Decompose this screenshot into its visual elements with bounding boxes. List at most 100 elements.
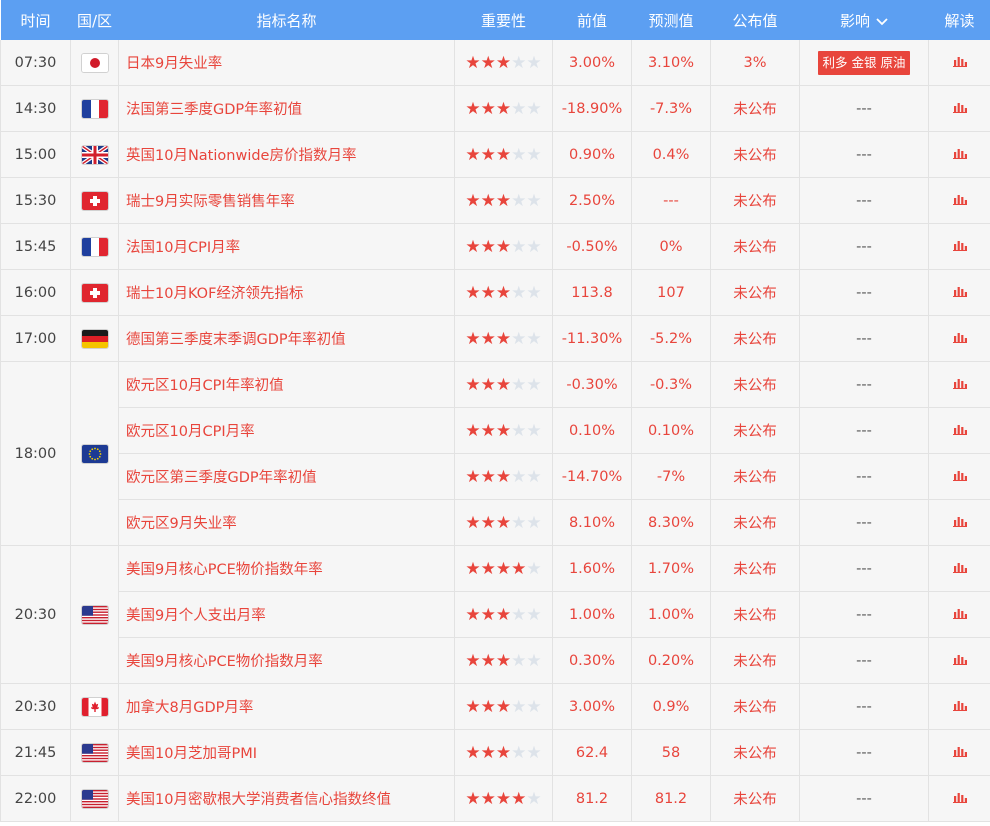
previous-value: -0.50% xyxy=(552,223,632,270)
impact-value: --- xyxy=(856,790,872,807)
indicator-name-link[interactable]: 欧元区第三季度GDP年率初值 xyxy=(118,453,455,500)
country-cell xyxy=(70,315,119,362)
analysis-cell[interactable] xyxy=(928,223,990,270)
indicator-name-link[interactable]: 欧元区10月CPI年率初值 xyxy=(118,361,455,408)
country-cell xyxy=(70,729,119,776)
country-cell xyxy=(70,545,119,684)
indicator-name-link[interactable]: 欧元区10月CPI月率 xyxy=(118,407,455,454)
bar-chart-icon[interactable] xyxy=(952,239,967,255)
bar-chart-icon[interactable] xyxy=(952,791,967,807)
bar-chart-icon[interactable] xyxy=(952,653,967,669)
bar-chart-icon[interactable] xyxy=(952,147,967,163)
actual-value: 未公布 xyxy=(710,729,800,776)
impact-cell: --- xyxy=(799,361,929,408)
analysis-cell[interactable] xyxy=(928,591,990,638)
indicator-name-link[interactable]: 德国第三季度末季调GDP年率初值 xyxy=(118,315,455,362)
star-icon: ★ xyxy=(495,98,512,119)
indicator-name-link[interactable]: 美国9月核心PCE物价指数年率 xyxy=(118,545,455,592)
analysis-cell[interactable] xyxy=(928,407,990,454)
analysis-cell[interactable] xyxy=(928,85,990,132)
analysis-cell[interactable] xyxy=(928,637,990,684)
country-cell xyxy=(70,177,119,224)
analysis-cell[interactable] xyxy=(928,499,990,546)
actual-value: 未公布 xyxy=(710,499,800,546)
bar-chart-icon[interactable] xyxy=(952,423,967,439)
analysis-cell[interactable] xyxy=(928,545,990,592)
indicator-name-link[interactable]: 瑞士9月实际零售销售年率 xyxy=(118,177,455,224)
table-row: 美国9月个人支出月率 ★★★★★ 1.00% 1.00% 未公布 --- xyxy=(1,591,990,638)
bar-chart-icon[interactable] xyxy=(952,561,967,577)
star-icon: ★ xyxy=(495,604,512,625)
france-flag-icon xyxy=(81,237,108,256)
bar-chart-icon[interactable] xyxy=(952,377,967,393)
indicator-name-link[interactable]: 美国10月芝加哥PMI xyxy=(118,729,455,776)
star-rating: ★★★★★ xyxy=(465,329,541,349)
bar-chart-icon[interactable] xyxy=(952,607,967,623)
star-icon: ★ xyxy=(511,788,527,809)
star-icon: ★ xyxy=(480,604,496,625)
analysis-cell[interactable] xyxy=(928,775,990,822)
col-header-forecast: 预测值 xyxy=(631,0,711,40)
indicator-name-link[interactable]: 美国9月核心PCE物价指数月率 xyxy=(118,637,455,684)
impact-cell: --- xyxy=(799,683,929,730)
actual-value: 未公布 xyxy=(710,683,800,730)
star-icon: ★ xyxy=(511,650,527,671)
bar-chart-icon[interactable] xyxy=(952,101,967,117)
star-icon: ★ xyxy=(465,420,481,441)
star-rating: ★★★★★ xyxy=(465,789,541,809)
bar-chart-icon[interactable] xyxy=(952,515,967,531)
star-icon: ★ xyxy=(465,466,481,487)
star-rating: ★★★★★ xyxy=(465,375,541,395)
star-icon: ★ xyxy=(480,190,496,211)
indicator-name-link[interactable]: 美国10月密歇根大学消费者信心指数终值 xyxy=(118,775,455,822)
analysis-cell[interactable] xyxy=(928,315,990,362)
forecast-value: 58 xyxy=(631,729,711,776)
table-row: 16:00 瑞士10月KOF经济领先指标 ★★★★★ 113.8 107 未公布 --- xyxy=(0,269,990,316)
indicator-name-link[interactable]: 欧元区9月失业率 xyxy=(118,499,455,546)
indicator-name-link[interactable]: 加拿大8月GDP月率 xyxy=(118,683,455,730)
star-icon: ★ xyxy=(465,604,481,625)
analysis-cell[interactable] xyxy=(928,269,990,316)
bar-chart-icon[interactable] xyxy=(952,331,967,347)
bar-chart-icon[interactable] xyxy=(952,745,967,761)
analysis-cell[interactable] xyxy=(928,683,990,730)
star-icon: ★ xyxy=(511,236,527,257)
bar-chart-icon[interactable] xyxy=(952,193,967,209)
analysis-cell[interactable] xyxy=(928,729,990,776)
star-icon: ★ xyxy=(495,236,512,257)
star-icon: ★ xyxy=(480,696,496,717)
analysis-cell[interactable] xyxy=(928,361,990,408)
importance-stars: ★★★★★ xyxy=(454,453,553,500)
star-icon: ★ xyxy=(495,558,512,579)
row-time: 15:00 xyxy=(0,131,71,178)
indicator-name-link[interactable]: 法国10月CPI月率 xyxy=(118,223,455,270)
bar-chart-icon[interactable] xyxy=(952,55,967,71)
star-icon: ★ xyxy=(495,144,512,165)
actual-value: 未公布 xyxy=(710,131,800,178)
forecast-value: 107 xyxy=(631,269,711,316)
bar-chart-icon[interactable] xyxy=(952,285,967,301)
bar-chart-icon[interactable] xyxy=(952,469,967,485)
star-rating: ★★★★★ xyxy=(465,237,541,257)
chevron-down-icon[interactable] xyxy=(876,12,888,30)
analysis-cell[interactable] xyxy=(928,131,990,178)
star-icon: ★ xyxy=(526,466,542,487)
star-icon: ★ xyxy=(480,144,496,165)
indicator-name-link[interactable]: 美国9月个人支出月率 xyxy=(118,591,455,638)
forecast-value: -5.2% xyxy=(631,315,711,362)
bar-chart-icon[interactable] xyxy=(952,699,967,715)
star-icon: ★ xyxy=(465,374,481,395)
indicator-name-link[interactable]: 瑞士10月KOF经济领先指标 xyxy=(118,269,455,316)
star-icon: ★ xyxy=(480,512,496,533)
indicator-name-link[interactable]: 法国第三季度GDP年率初值 xyxy=(118,85,455,132)
indicator-name-link[interactable]: 日本9月失业率 xyxy=(118,40,455,86)
star-icon: ★ xyxy=(526,144,542,165)
star-rating: ★★★★★ xyxy=(465,283,541,303)
analysis-cell[interactable] xyxy=(928,453,990,500)
star-icon: ★ xyxy=(526,374,542,395)
col-header-impact[interactable]: 影响 xyxy=(799,0,929,40)
analysis-cell[interactable] xyxy=(928,177,990,224)
canada-flag-icon xyxy=(81,697,108,716)
indicator-name-link[interactable]: 英国10月Nationwide房价指数月率 xyxy=(118,131,455,178)
analysis-cell[interactable] xyxy=(928,40,990,86)
